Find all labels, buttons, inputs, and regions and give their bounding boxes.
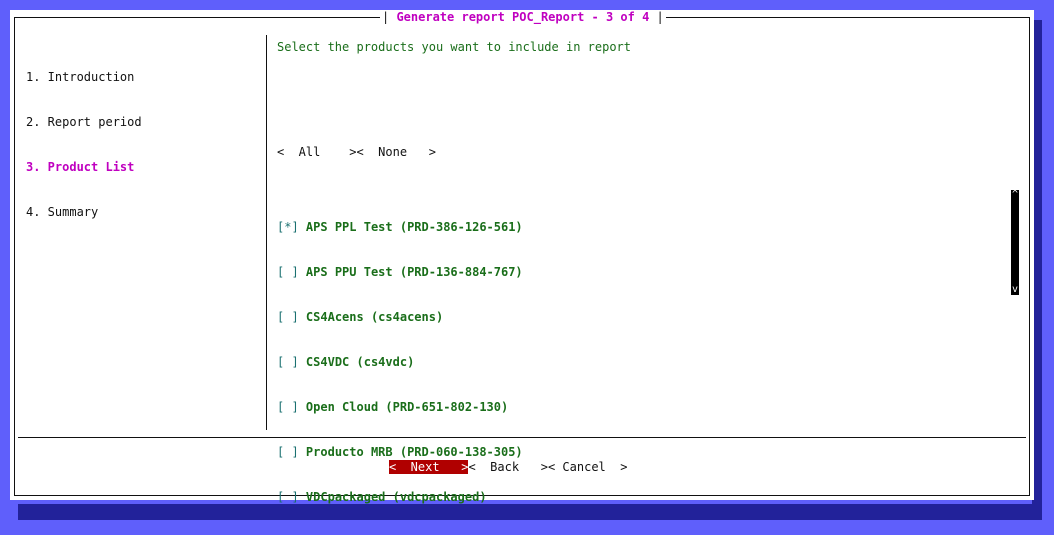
next-button[interactable]: < Next >	[389, 460, 469, 474]
scroll-up-icon[interactable]: ^	[1011, 190, 1019, 200]
step-item-product-list: 3. Product List	[26, 160, 135, 174]
scroll-down-icon[interactable]: v	[1011, 285, 1019, 295]
list-item[interactable]: [ ] Open Cloud (PRD-651-802-130)	[277, 400, 523, 415]
list-item[interactable]: [ ] VDCpackaged (vdcpackaged)	[277, 490, 523, 505]
step-item-summary: 4. Summary	[26, 205, 99, 219]
checkbox[interactable]: [ ]	[277, 355, 299, 369]
checkbox[interactable]: [ ]	[277, 310, 299, 324]
cancel-button[interactable]: < Cancel >	[548, 460, 627, 474]
checkbox[interactable]: [ ]	[277, 445, 299, 459]
product-label: APS PPU Test (PRD-136-884-767)	[305, 265, 523, 279]
checkbox[interactable]: [ ]	[277, 490, 299, 504]
back-button[interactable]: < Back >	[468, 460, 547, 474]
title-left-bracket: |	[382, 10, 397, 24]
list-item[interactable]: [ ] Producto MRB (PRD-060-138-305)	[277, 445, 523, 460]
list-scrollbar[interactable]: ^ v	[1011, 190, 1019, 295]
step-item-report-period: 2. Report period	[26, 115, 142, 129]
wizard-dialog: | Generate report POC_Report - 3 of 4 | …	[10, 10, 1034, 504]
list-item[interactable]: [ ] CS4VDC (cs4vdc)	[277, 355, 523, 370]
instruction-text: Select the products you want to include …	[277, 40, 632, 54]
product-label: CS4Acens (cs4acens)	[305, 310, 444, 324]
product-label: Open Cloud (PRD-651-802-130)	[305, 400, 509, 414]
list-item[interactable]: [ ] CS4Acens (cs4acens)	[277, 310, 523, 325]
selection-buttons: < All >< None >	[277, 145, 436, 160]
checkbox[interactable]: [*]	[277, 220, 299, 234]
checkbox[interactable]: [ ]	[277, 265, 299, 279]
product-label: CS4VDC (cs4vdc)	[305, 355, 415, 369]
footer-divider	[18, 437, 1026, 438]
title-right-bracket: |	[649, 10, 664, 24]
checkbox[interactable]: [ ]	[277, 400, 299, 414]
dialog-title: Generate report POC_Report - 3 of 4	[396, 10, 650, 24]
step-list: 1. Introduction 2. Report period 3. Prod…	[26, 40, 142, 250]
dialog-title-bar: | Generate report POC_Report - 3 of 4 |	[380, 10, 666, 25]
product-label: Producto MRB (PRD-060-138-305)	[305, 445, 523, 459]
vertical-divider	[266, 35, 267, 430]
list-item[interactable]: [ ] APS PPU Test (PRD-136-884-767)	[277, 265, 523, 280]
product-label: APS PPL Test (PRD-386-126-561)	[305, 220, 523, 234]
dialog-shadow-bottom	[18, 504, 1042, 520]
step-item-introduction: 1. Introduction	[26, 70, 135, 84]
product-label: VDCpackaged (vdcpackaged)	[305, 490, 487, 504]
list-item[interactable]: [*] APS PPL Test (PRD-386-126-561)	[277, 220, 523, 235]
product-checklist: [*] APS PPL Test (PRD-386-126-561) [ ] A…	[277, 190, 523, 535]
select-none-button[interactable]: < None >	[356, 145, 435, 159]
select-all-button[interactable]: < All >	[277, 145, 356, 159]
footer-buttons: < Next >< Back >< Cancel >	[389, 460, 627, 475]
